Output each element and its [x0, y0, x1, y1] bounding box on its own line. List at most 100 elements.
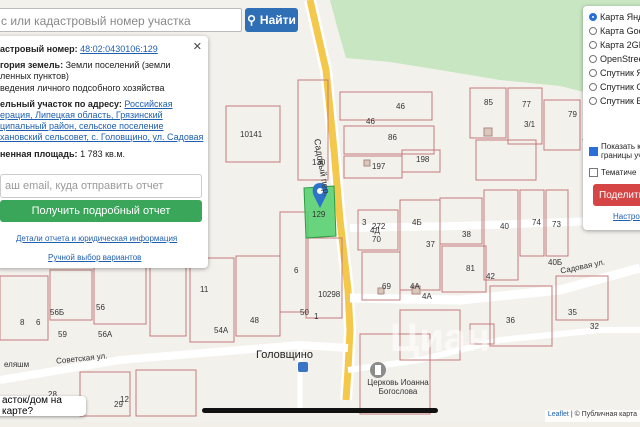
street-label-left: еляшм — [4, 360, 30, 369]
parcel-number: 8 — [20, 318, 25, 327]
report-details-link[interactable]: Детали отчета и юридическая информация — [16, 233, 177, 244]
parcel-number: 46 — [366, 117, 375, 126]
category-label: гория земель: — [0, 60, 64, 70]
email-input[interactable]: аш email, куда отправить отчет — [0, 174, 202, 198]
parcel-number: 29 — [114, 400, 123, 409]
parcel-number: 6 — [36, 318, 41, 327]
layer-radio[interactable] — [589, 27, 597, 35]
manual-choice-link[interactable]: Ручной выбор вариантов — [48, 252, 141, 263]
layer-option[interactable]: Карта 2GI — [589, 40, 640, 50]
address-link-1[interactable]: Российская — [124, 99, 172, 109]
address-link-2[interactable]: ерация, Липецкая область, Грязинский — [0, 110, 163, 121]
parcel-number: 54А — [214, 326, 229, 335]
parcel-number: 85 — [484, 98, 493, 107]
address-label: ельный участок по адресу: — [0, 99, 122, 109]
ask-parcel-button[interactable]: асток/дом на карте? — [0, 395, 86, 417]
address-link-4[interactable]: хановский сельсовет, с. Головщино, ул. С… — [0, 132, 203, 143]
search-icon: ⚲ — [247, 13, 256, 27]
parcel-number: 38 — [462, 230, 471, 239]
parcel-number: 42 — [486, 272, 495, 281]
parcel-number: 50 — [300, 308, 309, 317]
area-label: ненная площадь: — [0, 149, 78, 159]
use-value: ведения личного подсобного хозяйства — [0, 83, 165, 93]
layer-radio[interactable] — [589, 55, 597, 63]
parcel-number: 4А — [422, 292, 432, 301]
parcel-number: 10141 — [240, 130, 263, 139]
parcel-number: 3/1 — [524, 120, 536, 129]
layer-option[interactable]: Спутник Я — [589, 68, 640, 78]
share-button[interactable]: Поделиться — [593, 184, 640, 206]
parcel-number: 4Б — [412, 218, 422, 227]
church-label: Церковь Иоанна Богослова — [367, 378, 429, 396]
parcel-number: 40Б — [548, 258, 563, 267]
parcel-number: 35 — [568, 308, 577, 317]
parcel-number: 81 — [466, 264, 475, 273]
parcel-number: 46 — [396, 102, 405, 111]
leaflet-link[interactable]: Leaflet — [548, 411, 569, 418]
thematic-checkbox[interactable] — [589, 168, 598, 177]
cadastral-label: астровый номер: — [0, 44, 78, 54]
parcel-number: 3 — [362, 218, 367, 227]
watermark: Циан — [390, 316, 491, 360]
parcel-number: 73 — [552, 220, 561, 229]
layer-option[interactable]: Спутник Е — [589, 96, 640, 106]
layer-option-label: Карта 2GI — [600, 40, 640, 50]
get-report-button[interactable]: Получить подробный отчет — [0, 200, 202, 222]
attribution-text: | © Публичная карта — [568, 411, 637, 418]
parcel-number: 32 — [590, 322, 599, 331]
thematic-label: Тематиче — [601, 168, 637, 177]
layer-radio[interactable] — [589, 13, 597, 21]
layer-radio[interactable] — [589, 69, 597, 77]
parcel-number: 11 — [200, 285, 209, 294]
parcel-number: 56Б — [50, 308, 65, 317]
layer-option[interactable]: Карта Янд — [589, 12, 640, 22]
address-link-3[interactable]: ципальный район, сельское поселение — [0, 121, 164, 132]
parcel-number: 129 — [312, 210, 326, 219]
parcel-number: 56 — [96, 303, 105, 312]
show-borders-label: Показать к — [601, 142, 640, 151]
layer-option-label: Спутник Е — [600, 96, 640, 106]
search-button[interactable]: ⚲ Найти — [245, 8, 298, 32]
parcel-number: 70 — [372, 235, 381, 244]
parcel-info-panel: ✕ астровый номер: 48:02:0430106:129 гори… — [0, 36, 208, 268]
parcel-number: 77 — [522, 100, 531, 109]
settings-link[interactable]: Настрой — [613, 212, 640, 221]
parcel-number: 79 — [568, 110, 577, 119]
layer-option[interactable]: Карта Goo — [589, 26, 640, 36]
layer-option[interactable]: OpenStree — [589, 54, 640, 64]
parcel-number: 40 — [500, 222, 509, 231]
parcel-number: 37 — [426, 240, 435, 249]
parcel-number: 56А — [98, 330, 113, 339]
area-value: 1 783 кв.м. — [80, 149, 126, 159]
parcel-number: 86 — [388, 133, 397, 142]
layer-radio[interactable] — [589, 41, 597, 49]
show-borders-checkbox[interactable] — [589, 146, 598, 156]
parcel-number: 198 — [416, 155, 430, 164]
parcel-number: 69 — [382, 282, 391, 291]
parcel-number: 197 — [372, 162, 386, 171]
cadastral-link[interactable]: 48:02:0430106:129 — [80, 44, 158, 54]
search-input[interactable]: с или кадастровый номер участка — [0, 8, 242, 32]
parcel-number: 4Д — [370, 226, 380, 235]
home-indicator — [202, 408, 438, 413]
parcel-number: 1 — [314, 312, 319, 321]
village-label: Головщино — [256, 349, 313, 361]
parcel-number: 130 — [312, 158, 326, 167]
category-value: Земли поселений (земли — [65, 60, 171, 70]
layer-option[interactable]: Спутник G — [589, 82, 640, 92]
parcel-number: 36 — [506, 316, 515, 325]
parcel-number: 48 — [250, 316, 259, 325]
parcel-number: 74 — [532, 218, 541, 227]
show-borders-label-2: границы уч — [601, 151, 640, 160]
layer-option-label: OpenStree — [600, 54, 640, 64]
layer-option-label: Спутник Я — [600, 68, 640, 78]
search-button-label: Найти — [259, 13, 296, 27]
bus-stop-icon — [298, 362, 308, 372]
parcel-number: 4А — [410, 282, 420, 291]
layer-radio[interactable] — [589, 83, 597, 91]
category-value-2: ленных пунктов) — [0, 71, 69, 81]
close-icon[interactable]: ✕ — [193, 40, 202, 53]
parcel-number: 59 — [58, 330, 67, 339]
layer-option-label: Карта Goo — [600, 26, 640, 36]
layer-radio[interactable] — [589, 97, 597, 105]
